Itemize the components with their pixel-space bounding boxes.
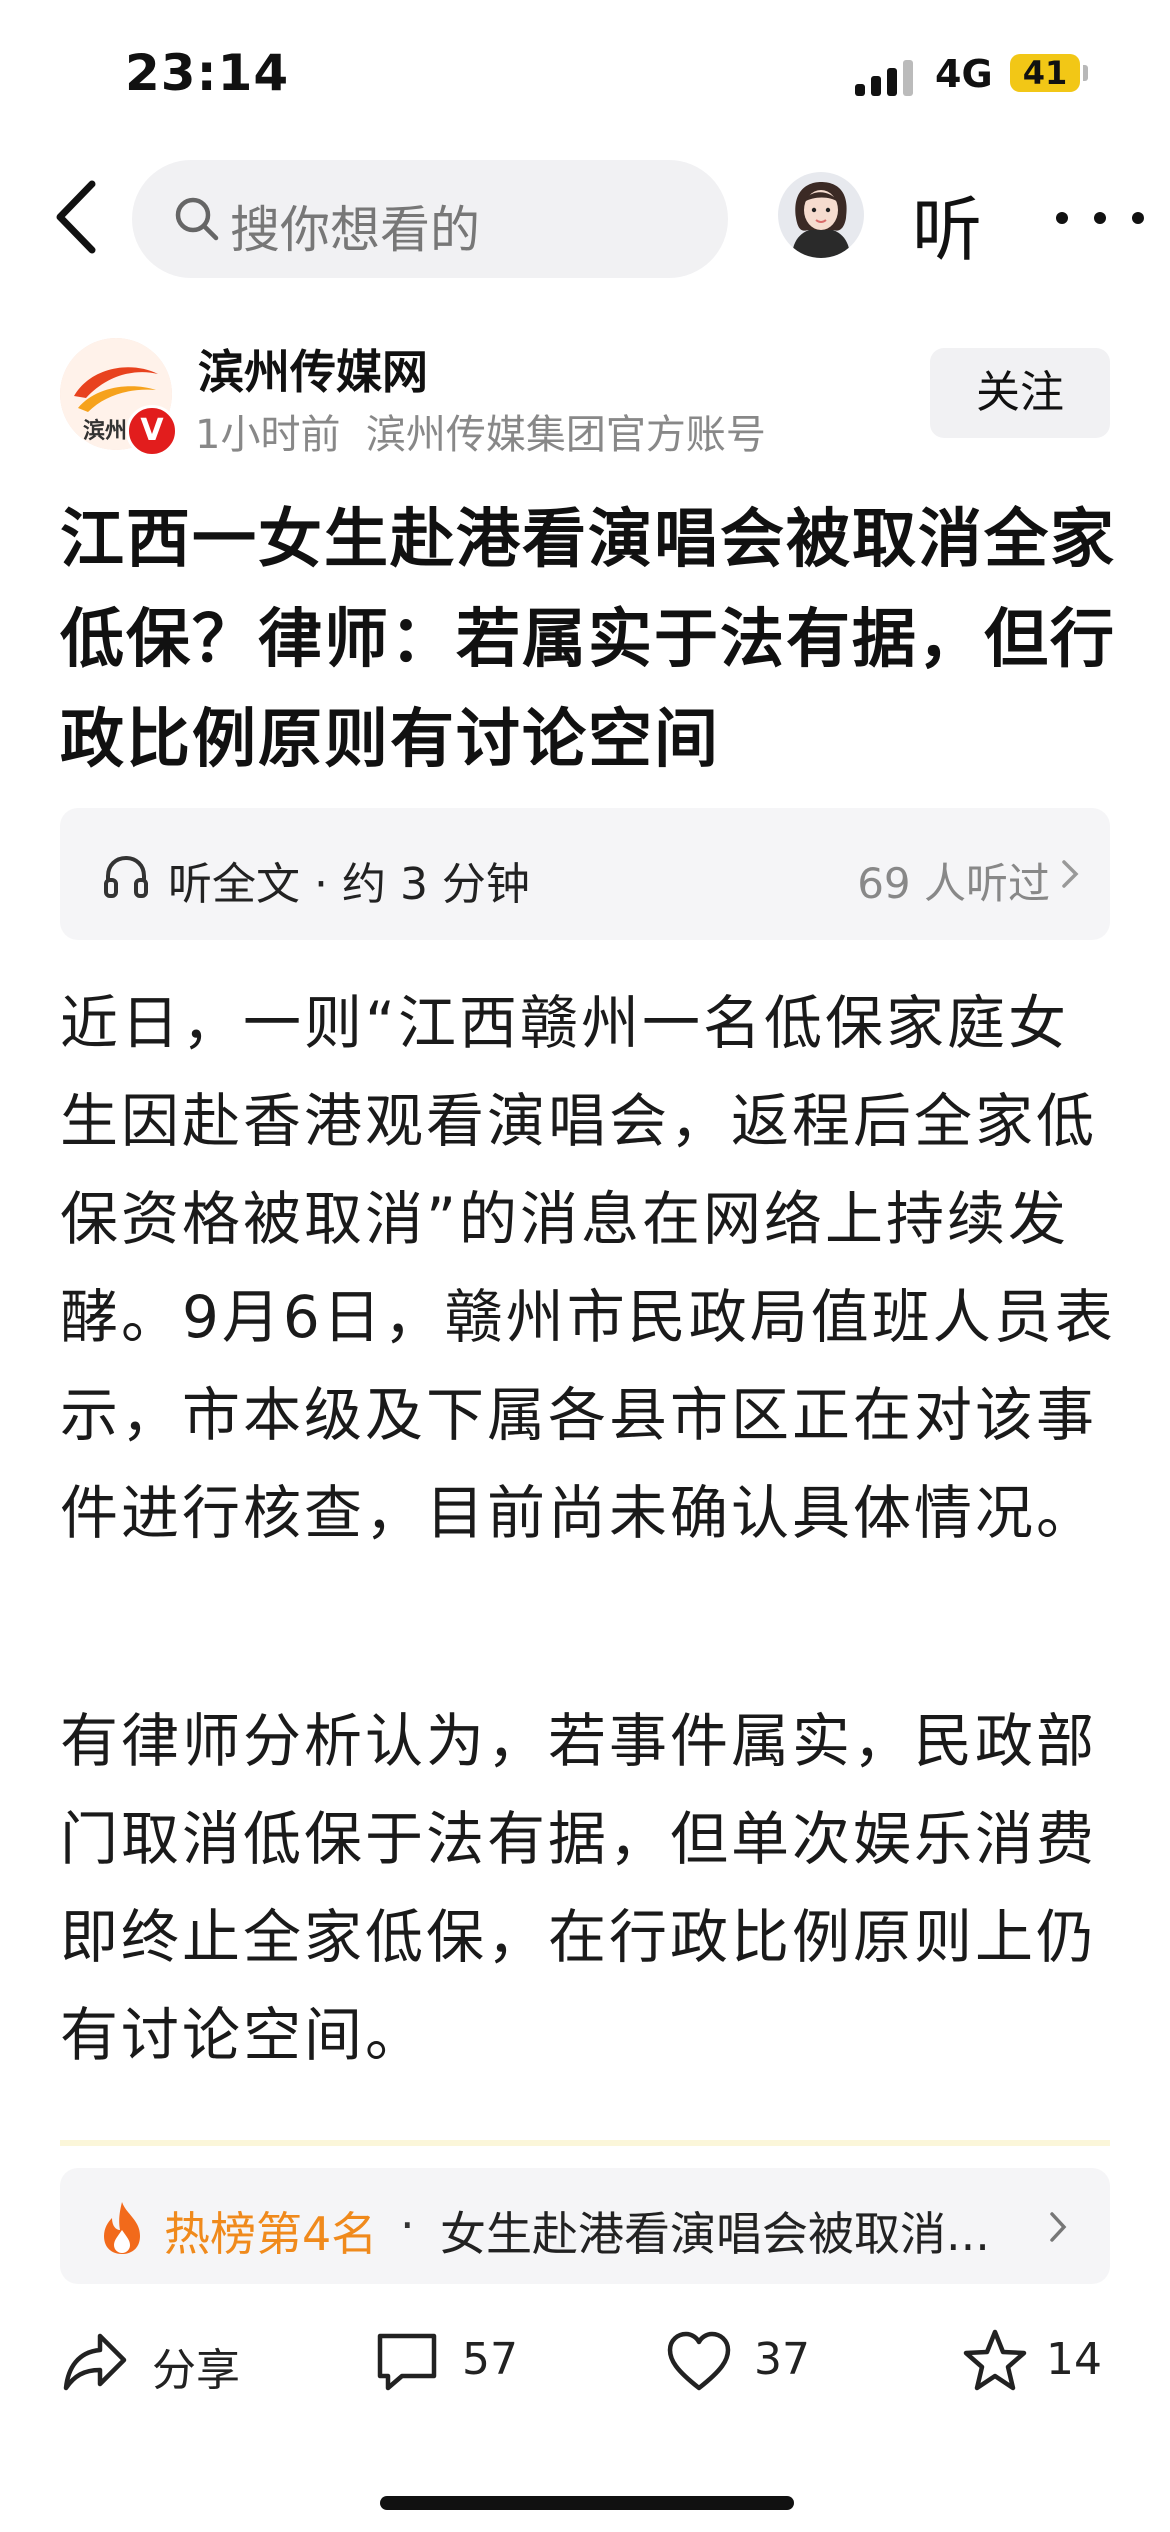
article-paragraph: 近日，一则“江西赣州一名低保家庭女生因赴香港观看演唱会，返程后全家低保资格被取消… bbox=[60, 989, 1116, 1547]
comment-icon bbox=[377, 2333, 437, 2391]
author-name[interactable]: 滨州传媒网 bbox=[198, 336, 428, 402]
headphones-icon bbox=[104, 855, 148, 898]
comment-count: 57 bbox=[462, 2334, 518, 2385]
avatar-illustration bbox=[792, 182, 850, 258]
comment-button[interactable]: 57 bbox=[372, 2322, 572, 2402]
signal-icon bbox=[855, 60, 915, 96]
more-button[interactable] bbox=[1040, 188, 1160, 248]
flame-icon bbox=[104, 2202, 140, 2254]
author-meta: 1小时前 滨州传媒集团官方账号 bbox=[195, 402, 766, 460]
back-arrow-icon bbox=[56, 180, 96, 254]
search-icon bbox=[175, 197, 219, 241]
follow-button[interactable]: 关注 bbox=[930, 348, 1110, 438]
home-indicator[interactable] bbox=[380, 2496, 794, 2510]
star-icon bbox=[963, 2329, 1027, 2391]
hot-topic-title: 女生赴港看演唱会被取消... bbox=[440, 2207, 990, 2261]
search-placeholder: 搜你想看的 bbox=[230, 201, 480, 259]
status-time: 23:14 bbox=[125, 44, 290, 102]
battery-tip bbox=[1083, 65, 1088, 81]
network-type: 4G bbox=[935, 52, 993, 96]
listen-full-label: 听全文 · 约 3 分钟 bbox=[168, 859, 530, 910]
hot-rank: 热榜第4名 bbox=[164, 2207, 378, 2261]
more-dots-icon bbox=[1056, 212, 1144, 224]
share-button[interactable]: 分享 bbox=[60, 2322, 280, 2402]
hot-separator: · bbox=[400, 2198, 415, 2252]
chevron-right-icon bbox=[1062, 860, 1079, 888]
back-button[interactable] bbox=[48, 172, 108, 262]
post-time: 1小时前 bbox=[195, 412, 341, 458]
chevron-right-icon bbox=[1050, 2212, 1067, 2242]
verified-badge-icon: V bbox=[126, 405, 178, 457]
search-bar[interactable]: 搜你想看的 bbox=[132, 160, 728, 278]
listen-button[interactable]: 听 bbox=[912, 174, 982, 275]
share-icon bbox=[63, 2333, 127, 2391]
listener-count: 69 人听过 bbox=[857, 859, 1050, 908]
like-button[interactable]: 37 bbox=[664, 2322, 864, 2402]
battery-icon: 41 bbox=[1010, 54, 1080, 92]
account-description: 滨州传媒集团官方账号 bbox=[365, 412, 766, 458]
user-avatar[interactable] bbox=[778, 172, 864, 258]
share-label: 分享 bbox=[152, 2345, 240, 2396]
hot-list-bar[interactable]: 热榜第4名 · 女生赴港看演唱会被取消... bbox=[60, 2168, 1110, 2284]
article-paragraph: 有律师分析认为，若事件属实，民政部门取消低保于法有据，但单次娱乐消费即终止全家低… bbox=[60, 1707, 1098, 2069]
favorite-count: 14 bbox=[1046, 2334, 1102, 2385]
heart-icon bbox=[667, 2331, 731, 2391]
article-title: 江西一女生赴港看演唱会被取消全家低保？律师：若属实于法有据，但行政比例原则有讨论… bbox=[60, 503, 1116, 777]
favorite-button[interactable]: 14 bbox=[960, 2322, 1160, 2402]
like-count: 37 bbox=[754, 2334, 810, 2385]
divider bbox=[60, 2140, 1110, 2146]
listen-full-article-bar[interactable]: 听全文 · 约 3 分钟 69 人听过 bbox=[60, 808, 1110, 940]
